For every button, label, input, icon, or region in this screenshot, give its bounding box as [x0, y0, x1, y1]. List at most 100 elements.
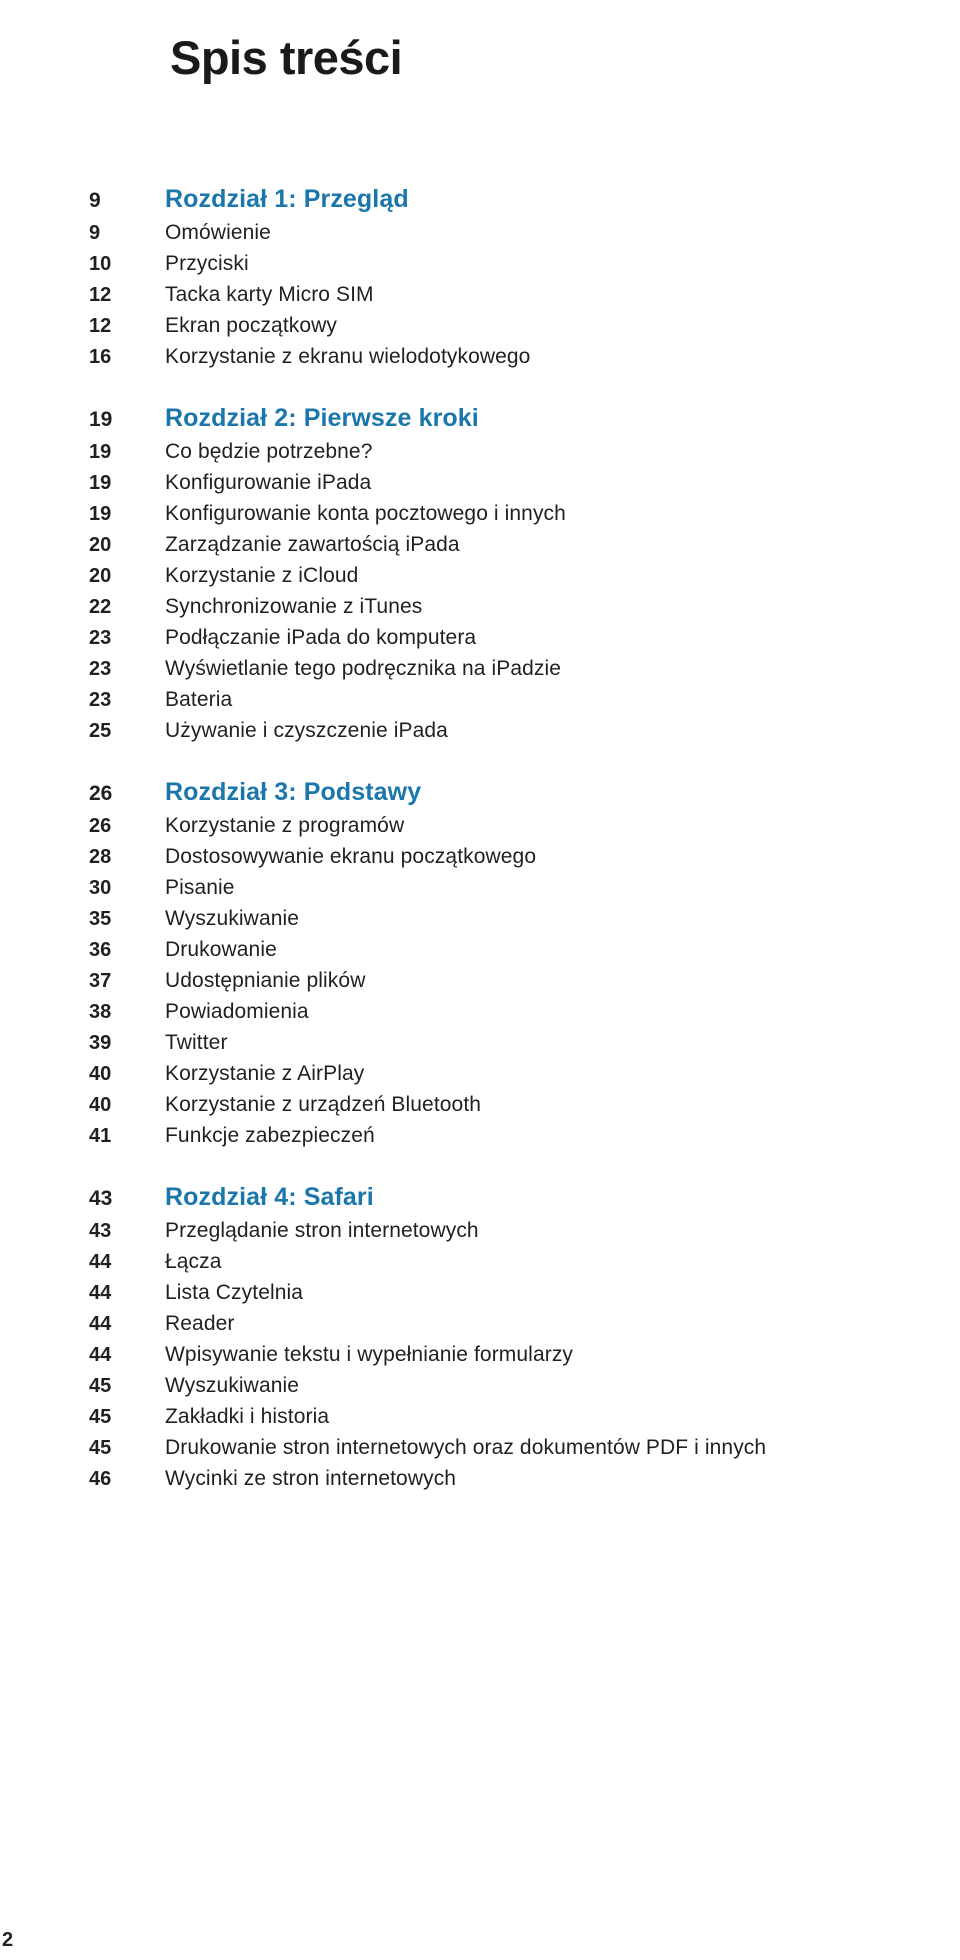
toc-entry-row[interactable]: 12 Tacka karty Micro SIM	[0, 279, 960, 310]
toc-entry-page-number: 28	[89, 846, 112, 868]
toc-entry-page-number: 19	[89, 441, 112, 463]
toc-entry-row[interactable]: 44 Reader	[0, 1308, 960, 1339]
toc-entry-title: Funkcje zabezpieczeń	[165, 1124, 375, 1147]
toc-entry-title: Reader	[165, 1312, 235, 1335]
toc-entry-row[interactable]: 12 Ekran początkowy	[0, 310, 960, 341]
toc-entry-title: Korzystanie z urządzeń Bluetooth	[165, 1093, 482, 1116]
toc-entry-page-number: 20	[89, 534, 112, 556]
toc-chapter-row[interactable]: 9 Rozdział 1: Przegląd	[0, 182, 960, 217]
toc-entry-page-number: 35	[89, 908, 112, 930]
toc-entry-page-number: 30	[89, 877, 112, 899]
toc-entry-page-number: 44	[89, 1313, 112, 1335]
toc-entry-row[interactable]: 43 Przeglądanie stron internetowych	[0, 1215, 960, 1246]
toc-entry-title: Wyświetlanie tego podręcznika na iPadzie	[165, 657, 562, 680]
toc-entry-title: Wyszukiwanie	[165, 1374, 300, 1397]
toc-entry-row[interactable]: 26 Korzystanie z programów	[0, 810, 960, 841]
toc-entry-row[interactable]: 23 Bateria	[0, 684, 960, 715]
toc-entry-row[interactable]: 44 Łącza	[0, 1246, 960, 1277]
toc-entry-title: Co będzie potrzebne?	[165, 440, 373, 463]
toc-entry-row[interactable]: 23 Wyświetlanie tego podręcznika na iPadz…	[0, 653, 960, 684]
toc-entry-row[interactable]: 40 Korzystanie z urządzeń Bluetooth	[0, 1089, 960, 1120]
toc-entry-page-number: 43	[89, 1220, 112, 1242]
toc-entry-page-number: 40	[89, 1094, 112, 1116]
toc-entry-row[interactable]: 23 Podłączanie iPada do komputera	[0, 622, 960, 653]
toc-entry-row[interactable]: 41 Funkcje zabezpieczeń	[0, 1120, 960, 1151]
toc-entry-title: Wycinki ze stron internetowych	[165, 1467, 457, 1490]
toc-entry-title: Drukowanie stron internetowych oraz doku…	[165, 1436, 767, 1459]
toc-entry-title: Konfigurowanie iPada	[165, 471, 372, 494]
toc-entry-page-number: 19	[89, 503, 112, 525]
toc-entry-page-number: 36	[89, 939, 112, 961]
toc-entry-row[interactable]: 45 Zakładki i historia	[0, 1401, 960, 1432]
toc-entry-title: Dostosowywanie ekranu początkowego	[165, 845, 537, 868]
toc-chapter-page-number: 9	[89, 189, 101, 212]
toc-entry-row[interactable]: 22 Synchronizowanie z iTunes	[0, 591, 960, 622]
toc-entry-row[interactable]: 40 Korzystanie z AirPlay	[0, 1058, 960, 1089]
toc-entry-row[interactable]: 19 Konfigurowanie iPada	[0, 467, 960, 498]
toc-entry-page-number: 25	[89, 720, 112, 742]
toc-entry-title: Synchronizowanie z iTunes	[165, 595, 423, 618]
toc-entry-row[interactable]: 16 Korzystanie z ekranu wielodotykowego	[0, 341, 960, 372]
toc-entry-page-number: 10	[89, 253, 112, 275]
toc-entry-row[interactable]: 44 Wpisywanie tekstu i wypełnianie formul…	[0, 1339, 960, 1370]
toc-entry-title: Korzystanie z ekranu wielodotykowego	[165, 345, 531, 368]
toc-entry-title: Lista Czytelnia	[165, 1281, 304, 1304]
toc-entry-page-number: 19	[89, 472, 112, 494]
document-page: Spis treści 9 Rozdział 1: Przegląd 9 Omówie…	[0, 0, 960, 1960]
toc-entry-page-number: 16	[89, 346, 112, 368]
toc-entry-row[interactable]: 20 Korzystanie z iCloud	[0, 560, 960, 591]
toc-chapter-page-number: 19	[89, 408, 113, 431]
toc-entry-row[interactable]: 38 Powiadomienia	[0, 996, 960, 1027]
toc-entry-row[interactable]: 9 Omówienie	[0, 217, 960, 248]
toc-entry-page-number: 23	[89, 689, 112, 711]
toc-entry-row[interactable]: 28 Dostosowywanie ekranu początkowego	[0, 841, 960, 872]
toc-entry-row[interactable]: 35 Wyszukiwanie	[0, 903, 960, 934]
toc-entry-page-number: 44	[89, 1344, 112, 1366]
toc-entry-title: Wyszukiwanie	[165, 907, 300, 930]
toc-entry-page-number: 40	[89, 1063, 112, 1085]
toc-entry-title: Bateria	[165, 688, 233, 711]
toc-entry-title: Łącza	[165, 1250, 222, 1273]
toc-section: 19 Rozdział 2: Pierwsze kroki 19 Co będzie …	[0, 401, 960, 746]
toc-entry-page-number: 44	[89, 1251, 112, 1273]
toc-chapter-page-number: 26	[89, 782, 113, 805]
toc-entry-page-number: 20	[89, 565, 112, 587]
toc-entry-row[interactable]: 25 Używanie i czyszczenie iPada	[0, 715, 960, 746]
toc-entry-title: Udostępnianie plików	[165, 969, 366, 992]
toc-entry-title: Powiadomienia	[165, 1000, 309, 1023]
toc-entry-page-number: 23	[89, 658, 112, 680]
toc-entry-row[interactable]: 36 Drukowanie	[0, 934, 960, 965]
toc-entry-page-number: 44	[89, 1282, 112, 1304]
toc-entry-row[interactable]: 30 Pisanie	[0, 872, 960, 903]
toc-entry-page-number: 37	[89, 970, 112, 992]
toc-entry-page-number: 22	[89, 596, 112, 618]
toc-entry-row[interactable]: 19 Co będzie potrzebne?	[0, 436, 960, 467]
toc-entry-title: Pisanie	[165, 876, 235, 899]
toc-entry-title: Tacka karty Micro SIM	[165, 283, 374, 306]
toc-entry-page-number: 45	[89, 1406, 112, 1428]
toc-entry-row[interactable]: 10 Przyciski	[0, 248, 960, 279]
toc-entry-page-number: 46	[89, 1468, 112, 1490]
toc-entry-page-number: 12	[89, 284, 112, 306]
toc-entry-row[interactable]: 20 Zarządzanie zawartością iPada	[0, 529, 960, 560]
toc-entry-title: Zarządzanie zawartością iPada	[165, 533, 460, 556]
toc-entry-row[interactable]: 19 Konfigurowanie konta pocztowego i inny…	[0, 498, 960, 529]
toc-entry-title: Podłączanie iPada do komputera	[165, 626, 477, 649]
toc-entry-row[interactable]: 45 Wyszukiwanie	[0, 1370, 960, 1401]
toc-chapter-row[interactable]: 26 Rozdział 3: Podstawy	[0, 775, 960, 810]
toc-chapter-title: Rozdział 1: Przegląd	[165, 185, 409, 213]
toc-entry-title: Konfigurowanie konta pocztowego i innych	[165, 502, 566, 525]
toc-chapter-row[interactable]: 43 Rozdział 4: Safari	[0, 1180, 960, 1215]
toc-entry-row[interactable]: 45 Drukowanie stron internetowych oraz do…	[0, 1432, 960, 1463]
toc-entry-page-number: 9	[89, 222, 101, 244]
toc-entry-row[interactable]: 46 Wycinki ze stron internetowych	[0, 1463, 960, 1494]
toc-entry-title: Drukowanie	[165, 938, 277, 961]
toc-entry-row[interactable]: 44 Lista Czytelnia	[0, 1277, 960, 1308]
page-title: Spis treści	[170, 31, 403, 85]
toc-entry-page-number: 38	[89, 1001, 112, 1023]
toc-chapter-row[interactable]: 19 Rozdział 2: Pierwsze kroki	[0, 401, 960, 436]
toc-entry-title: Przeglądanie stron internetowych	[165, 1219, 479, 1242]
toc-entry-title: Używanie i czyszczenie iPada	[165, 719, 448, 742]
toc-entry-row[interactable]: 39 Twitter	[0, 1027, 960, 1058]
toc-entry-row[interactable]: 37 Udostępnianie plików	[0, 965, 960, 996]
